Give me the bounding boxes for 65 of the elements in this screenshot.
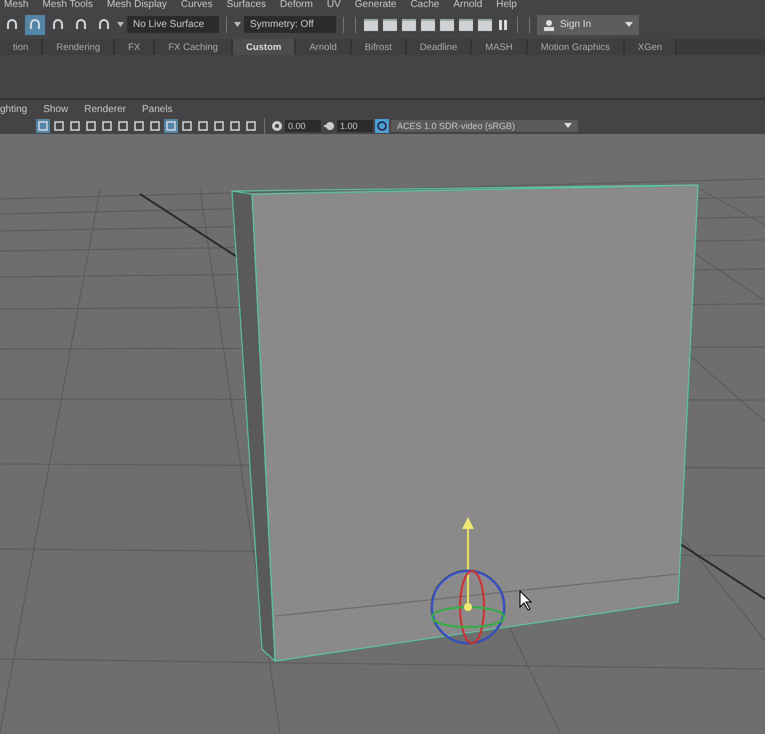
shelf-tab[interactable]: Rendering bbox=[43, 39, 116, 56]
caret-icon[interactable] bbox=[234, 22, 241, 28]
square-icon[interactable] bbox=[36, 118, 50, 133]
shelf-tab[interactable]: Custom bbox=[232, 39, 296, 56]
menu-item[interactable]: Arnold bbox=[453, 0, 482, 10]
exposure-field[interactable]: 0.00 bbox=[285, 120, 321, 132]
square-icon[interactable] bbox=[180, 118, 194, 133]
color-management-icon[interactable] bbox=[375, 118, 389, 133]
menu-item[interactable]: Help bbox=[496, 0, 517, 10]
menu-item[interactable]: Cache bbox=[410, 0, 440, 10]
square-icon[interactable] bbox=[196, 118, 210, 133]
gamma-icon[interactable] bbox=[323, 120, 335, 132]
shelf-tab[interactable]: tion bbox=[0, 39, 44, 56]
menu-item[interactable]: ghting bbox=[0, 104, 28, 116]
shelf-tab[interactable]: FX bbox=[115, 39, 156, 56]
menu-item[interactable]: Deform bbox=[280, 0, 313, 10]
menu-item[interactable]: Surfaces bbox=[226, 0, 266, 10]
shelf-tab[interactable]: Deadline bbox=[406, 39, 472, 56]
menu-item[interactable]: Panels bbox=[142, 104, 173, 116]
menu-item[interactable]: Mesh bbox=[4, 0, 28, 10]
shelf-tab[interactable]: FX Caching bbox=[155, 39, 233, 56]
square-icon[interactable] bbox=[68, 118, 82, 133]
square-icon[interactable] bbox=[244, 118, 258, 133]
move-manipulator-icon[interactable] bbox=[430, 516, 506, 644]
square-icon[interactable] bbox=[228, 118, 242, 133]
color-space-dropdown[interactable]: ACES 1.0 SDR-video (sRGB) bbox=[391, 120, 578, 132]
symmetry-field[interactable]: Symmetry: Off bbox=[244, 16, 336, 34]
clapboard-icon[interactable] bbox=[420, 18, 436, 32]
shelf-tab[interactable]: Bifrost bbox=[352, 39, 407, 56]
caret-icon[interactable] bbox=[564, 123, 572, 128]
aperture-icon[interactable] bbox=[271, 120, 283, 132]
clapboard-icon[interactable] bbox=[382, 18, 398, 32]
square-icon[interactable] bbox=[164, 118, 178, 133]
caret-icon[interactable] bbox=[117, 22, 124, 28]
square-icon[interactable] bbox=[116, 118, 130, 133]
square-icon[interactable] bbox=[52, 118, 66, 133]
clapboard-icon[interactable] bbox=[401, 18, 417, 32]
sign-in-button[interactable]: Sign In bbox=[537, 14, 639, 35]
clapboard-icon[interactable] bbox=[439, 18, 455, 32]
shelf-tab[interactable]: MASH bbox=[472, 39, 528, 56]
square-icon[interactable] bbox=[212, 118, 226, 133]
clapboard-icon[interactable] bbox=[458, 18, 474, 32]
shelf-tab[interactable]: Arnold bbox=[296, 39, 352, 56]
menu-item[interactable]: Renderer bbox=[84, 104, 126, 116]
square-icon[interactable] bbox=[132, 118, 146, 133]
menu-item[interactable]: Generate bbox=[354, 0, 396, 10]
menu-item[interactable]: Curves bbox=[180, 0, 213, 10]
menu-item[interactable]: Mesh Display bbox=[106, 0, 167, 10]
gamma-field[interactable]: 1.00 bbox=[337, 120, 373, 132]
square-icon[interactable] bbox=[84, 118, 98, 133]
clapboard-icon[interactable] bbox=[363, 18, 379, 32]
clapboard-icon[interactable] bbox=[477, 18, 493, 32]
user-icon bbox=[543, 18, 555, 31]
shelf-tab[interactable]: XGen bbox=[624, 39, 678, 56]
menu-item[interactable]: UV bbox=[326, 0, 341, 10]
square-icon[interactable] bbox=[100, 118, 114, 133]
menu-item[interactable]: Mesh Tools bbox=[42, 0, 93, 10]
shelf-tab[interactable]: Motion Graphics bbox=[528, 39, 625, 56]
square-icon[interactable] bbox=[148, 118, 162, 133]
menu-item[interactable]: Show bbox=[43, 104, 68, 116]
live-surface-field[interactable]: No Live Surface bbox=[127, 16, 219, 34]
cursor-icon bbox=[520, 590, 532, 611]
pause-icon[interactable] bbox=[496, 18, 510, 32]
caret-icon[interactable] bbox=[625, 22, 633, 28]
magnet-icon[interactable] bbox=[25, 14, 45, 35]
